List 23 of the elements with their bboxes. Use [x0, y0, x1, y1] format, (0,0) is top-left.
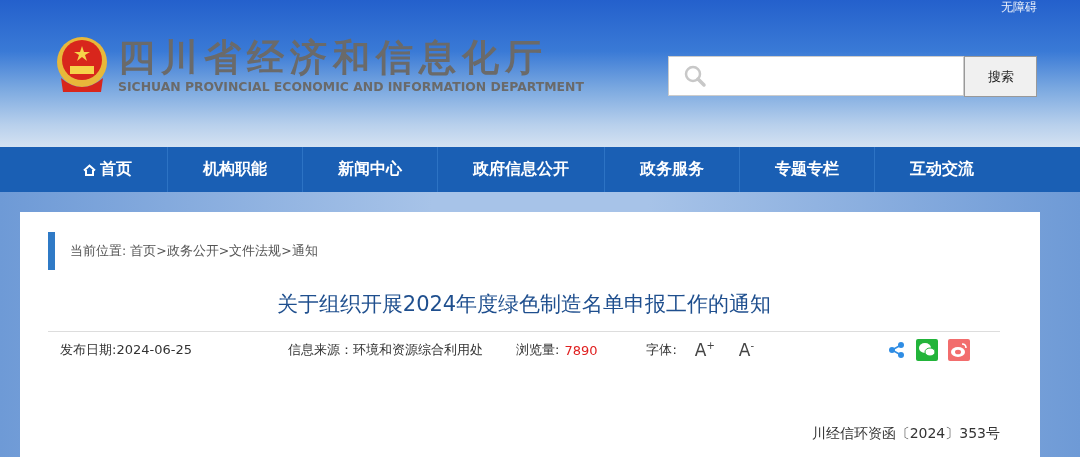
- search-icon: [683, 64, 707, 88]
- chat-bubbles-icon[interactable]: [916, 339, 938, 361]
- share-icon[interactable]: [888, 341, 906, 359]
- publish-date: 发布日期:2024-06-25: [60, 341, 193, 359]
- breadcrumb: 当前位置: 首页>政务公开>文件法规>通知: [70, 242, 318, 260]
- nav-item[interactable]: 互动交流: [875, 147, 1009, 192]
- eye-logo-icon[interactable]: [948, 339, 970, 361]
- article-title: 关于组织开展2024年度绿色制造名单申报工作的通知: [275, 291, 773, 318]
- info-source: 信息来源：环境和资源综合利用处: [288, 341, 484, 359]
- site-title: 四川省经济和信息化厅: [118, 36, 549, 80]
- search-field[interactable]: [668, 56, 964, 96]
- accessibility-link[interactable]: 无障碍: [1001, 0, 1037, 14]
- font-size-label: 字体:: [646, 341, 677, 359]
- search-button[interactable]: 搜索: [964, 56, 1037, 97]
- views-count: 7890: [564, 342, 599, 358]
- home-icon: [83, 163, 96, 176]
- site-subtitle: SICHUAN PROVINCIAL ECONOMIC AND INFORMATION DEPARTMENT: [118, 80, 584, 94]
- document-number: 川经信环资函〔2024〕353号: [810, 425, 1000, 443]
- emblem-icon: [55, 36, 109, 94]
- font-smaller-button[interactable]: A$^{-}$: [726, 340, 767, 360]
- accent-bar: [48, 232, 55, 270]
- font-larger-button[interactable]: A$^{+}$: [682, 340, 727, 360]
- views-label: 浏览量:: [516, 341, 560, 359]
